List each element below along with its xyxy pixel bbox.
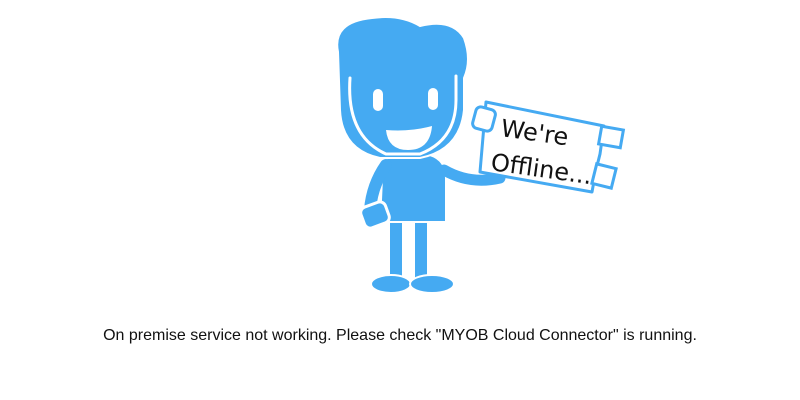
mascot-legs bbox=[370, 213, 455, 294]
mascot-head bbox=[336, 16, 469, 159]
mascot-left-eye bbox=[373, 89, 383, 111]
offline-page: We're Offline... On premise service not … bbox=[0, 0, 800, 400]
mascot-right-eye bbox=[428, 88, 438, 110]
offline-mascot-illustration: We're Offline... bbox=[336, 16, 626, 294]
offline-message: On premise service not working. Please c… bbox=[103, 327, 697, 344]
